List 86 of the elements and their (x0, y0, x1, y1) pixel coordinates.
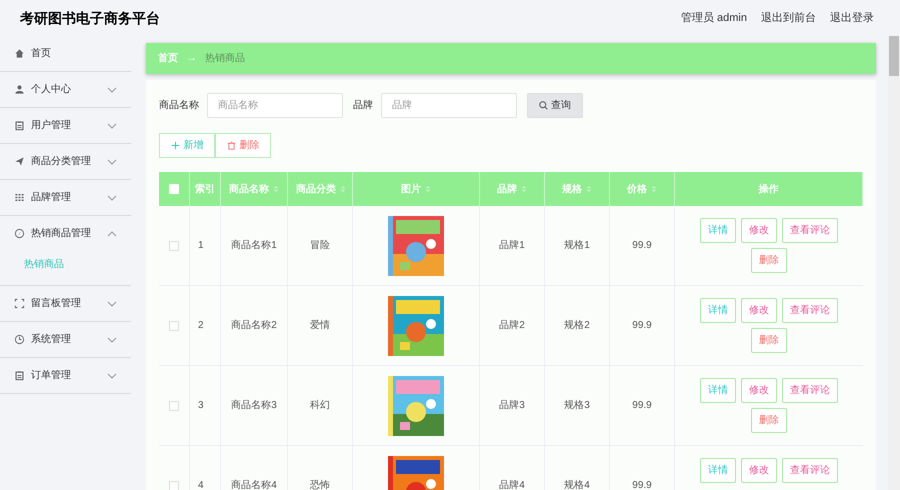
sidebar-item[interactable]: 订单管理 (0, 358, 131, 393)
input-field[interactable]: 品牌 (381, 93, 517, 118)
table-cell-text: 99.9 (632, 319, 652, 333)
sidebar-item[interactable]: 系统管理 (0, 322, 131, 357)
action-button[interactable]: 修改 (741, 378, 777, 403)
compass-icon (14, 228, 25, 239)
table-cell-text: 规格3 (564, 398, 590, 413)
header-link[interactable]: 管理员 admin (680, 10, 747, 26)
table-cell-text: 规格2 (564, 318, 590, 333)
table-cell-text: 品牌2 (499, 319, 525, 333)
table-cell-text: 品牌3 (499, 399, 525, 413)
row-checkbox[interactable] (169, 240, 179, 250)
table-cell-text: 商品名称1 (231, 238, 277, 253)
sidebar-item[interactable]: 品牌管理 (0, 180, 131, 215)
action-button[interactable]: 查看评论 (782, 378, 838, 403)
app-title: 考研图书电子商务平台 (20, 8, 160, 28)
sidebar-item[interactable]: 留言板管理 (0, 286, 131, 321)
clipboard-icon (14, 370, 25, 381)
paper-plane-icon (14, 156, 25, 167)
action-button[interactable]: 详情 (700, 378, 736, 403)
action-button[interactable]: 修改 (741, 298, 777, 323)
table-cell-text: 商品名称4 (231, 478, 277, 490)
table-cell-text: 规格4 (564, 478, 590, 490)
sidebar-item[interactable]: 首页 (0, 36, 131, 71)
table-cell-text: 恐怖 (310, 478, 330, 490)
table-cell-text: 1 (198, 239, 204, 253)
frame-icon (14, 298, 25, 309)
sort-icon[interactable] (586, 185, 592, 193)
row-checkbox[interactable] (169, 320, 179, 330)
header-link[interactable]: 退出到前台 (761, 10, 816, 26)
action-button[interactable]: 查看评论 (782, 458, 838, 483)
delete-button[interactable]: 删除 (215, 133, 271, 158)
scrollbar[interactable] (888, 36, 900, 490)
submenu-item[interactable]: 热销商品 (0, 251, 131, 285)
add-button[interactable]: 新增 (159, 133, 215, 158)
table-cell-text: 2 (198, 319, 204, 333)
table-cell-text: 99.9 (632, 399, 652, 413)
trash-icon (226, 141, 236, 150)
clock-icon (14, 334, 25, 345)
action-button[interactable]: 详情 (700, 218, 736, 243)
table-cell-text: 规格1 (564, 238, 590, 253)
table-cell-text: 科幻 (310, 398, 330, 413)
action-button[interactable]: 详情 (700, 458, 736, 483)
action-button[interactable]: 修改 (741, 218, 777, 243)
sort-icon[interactable] (425, 185, 431, 193)
field-label: 商品名称 (159, 98, 199, 113)
sort-icon[interactable] (340, 185, 346, 193)
action-button[interactable]: 删除 (751, 248, 787, 273)
table-cell-text: 爱情 (310, 318, 330, 333)
table-cell-text: 品牌4 (499, 479, 525, 490)
action-button[interactable]: 修改 (741, 458, 777, 483)
action-button[interactable]: 查看评论 (782, 218, 838, 243)
sort-icon[interactable] (273, 185, 279, 193)
sidebar-item[interactable]: 热销商品管理 (0, 216, 131, 251)
grid-icon (14, 192, 25, 203)
search-button[interactable]: 查询 (527, 93, 583, 118)
table-cell-text: 冒险 (310, 239, 330, 253)
search-icon (539, 101, 548, 110)
row-checkbox[interactable] (169, 480, 179, 490)
action-button[interactable]: 删除 (751, 328, 787, 353)
table-cell-text: 3 (198, 399, 204, 413)
user-icon (14, 84, 25, 95)
row-checkbox[interactable] (169, 400, 179, 410)
table-cell-text: 99.9 (632, 239, 652, 253)
home-icon (14, 48, 25, 59)
sidebar-item[interactable]: 用户管理 (0, 108, 131, 143)
table-cell-text: 4 (198, 479, 204, 490)
header-link[interactable]: 退出登录 (830, 10, 874, 26)
sidebar-item[interactable]: 个人中心 (0, 72, 131, 107)
input-field[interactable]: 商品名称 (207, 93, 343, 118)
table-cell-text: 品牌1 (499, 239, 525, 253)
action-button[interactable]: 详情 (700, 298, 736, 323)
plus-icon (170, 141, 180, 150)
sidebar-item[interactable]: 商品分类管理 (0, 144, 131, 179)
header-checkbox[interactable] (169, 184, 179, 194)
breadcrumb-separator: → (186, 51, 197, 66)
clipboard-icon (14, 120, 25, 131)
table-cell-text: 99.9 (632, 479, 652, 490)
action-button[interactable]: 删除 (751, 408, 787, 433)
action-button[interactable]: 查看评论 (782, 298, 838, 323)
field-label: 品牌 (353, 99, 373, 113)
table-cell-text: 商品名称2 (231, 318, 277, 333)
sort-icon[interactable] (521, 185, 527, 193)
table-cell-text: 商品名称3 (231, 398, 277, 413)
breadcrumb-link[interactable]: 热销商品 (205, 51, 245, 66)
sort-icon[interactable] (651, 185, 657, 193)
